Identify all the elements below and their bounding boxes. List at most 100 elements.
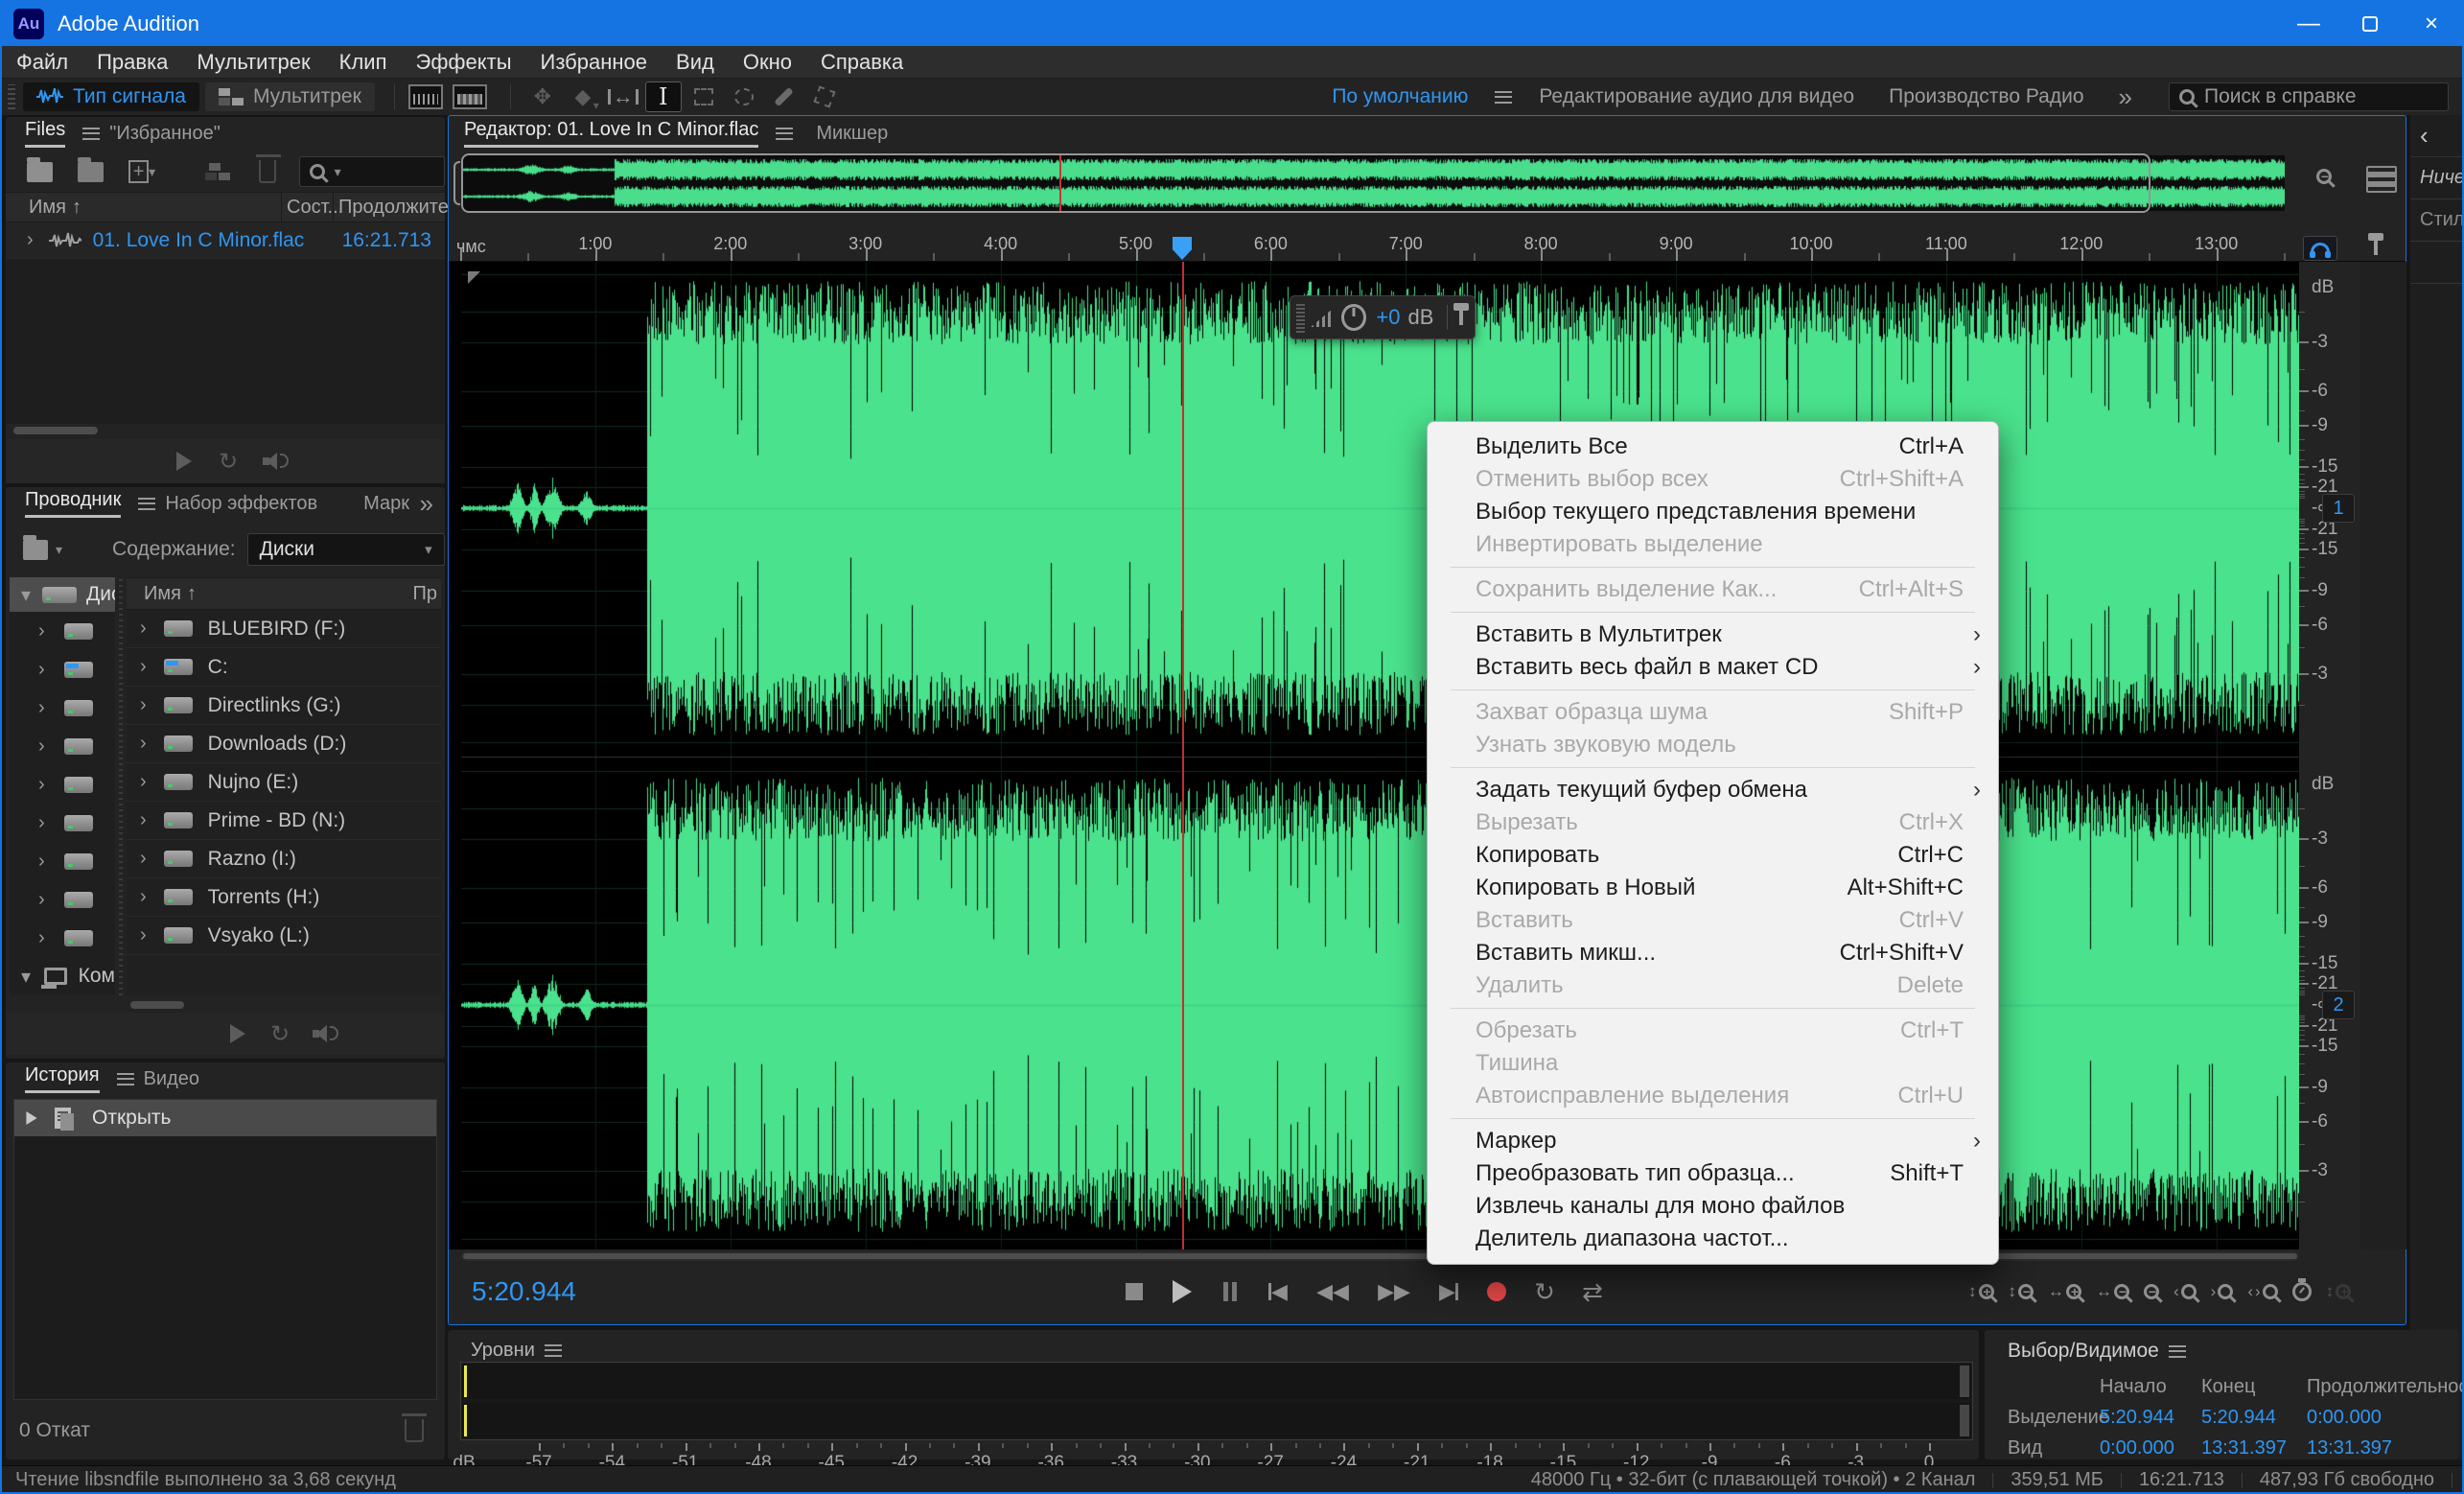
tab-markers[interactable]: Марк [363, 493, 409, 515]
context-menu-item[interactable]: Копировать Ctrl+C [1428, 839, 1998, 872]
lasso-selection-tool-icon[interactable] [726, 82, 762, 112]
show-spectral-icon[interactable] [453, 84, 487, 109]
menubar-item[interactable]: Избранное [526, 46, 662, 79]
tab-history[interactable]: История [25, 1064, 100, 1093]
context-menu-item[interactable]: Копировать в Новый Alt+Shift+C [1428, 872, 1998, 904]
editor-panel-menu-icon[interactable] [776, 128, 793, 140]
expand-icon[interactable]: › [140, 694, 147, 716]
expand-icon[interactable]: › [140, 618, 147, 640]
collapse-panel-button[interactable]: ‹ [2410, 115, 2462, 157]
zoom-in-vertical-button[interactable]: ↕+ [1968, 1282, 1994, 1301]
waveform-view-button[interactable]: Тип сигнала [23, 82, 199, 111]
tree-item-drive[interactable]: › [10, 612, 115, 650]
drive-row[interactable]: › Torrents (H:) [127, 878, 441, 917]
editor-hscrollbar[interactable] [461, 1251, 2299, 1261]
drive-row[interactable]: › Vsyako (L:) [127, 917, 441, 955]
toolbar-grip[interactable] [8, 84, 15, 109]
drive-row[interactable]: › C: [127, 648, 441, 687]
zoom-out-full-button[interactable]: − [2144, 1284, 2159, 1299]
timeline-ruler[interactable]: чмс 1:002:003:004:005:006:007:008:009:00… [449, 233, 2406, 262]
overview-view-box[interactable] [461, 153, 2150, 213]
preview-play-icon[interactable] [176, 452, 192, 471]
context-menu-item[interactable]: Извлечь каналы для моно файлов [1428, 1190, 1998, 1223]
tab-effects-rack[interactable]: Набор эффектов [165, 493, 317, 515]
explorer-column-p[interactable]: Пр [413, 583, 438, 605]
zoom-to-out-point-button[interactable]: › [2211, 1282, 2234, 1301]
tree-item-drive[interactable]: › [10, 880, 115, 919]
tree-item-drive[interactable]: › [10, 842, 115, 880]
gain-hud[interactable]: +0 dB [1290, 295, 1476, 339]
menubar-item[interactable]: Мультитрек [182, 46, 324, 79]
menubar-item[interactable]: Файл [2, 46, 82, 79]
zoom-out-vertical-button[interactable]: ↕− [2009, 1282, 2034, 1301]
view-end[interactable]: 13:31.397 [2201, 1437, 2287, 1459]
context-menu-item[interactable]: Вставить в Мультитрек › [1428, 619, 1998, 651]
open-file-icon[interactable] [27, 162, 53, 182]
expand-icon[interactable]: › [140, 886, 147, 908]
channels-menu-icon[interactable] [2366, 166, 2397, 193]
workspace-audio-for-video[interactable]: Редактирование аудио для видео [1539, 85, 1854, 108]
context-menu-item[interactable]: Вставить микш... Ctrl+Shift+V [1428, 937, 1998, 969]
slip-tool-icon[interactable]: ↔ [605, 82, 641, 112]
preview-loop-icon[interactable]: ↻ [219, 448, 238, 476]
levels-panel-menu-icon[interactable] [545, 1344, 562, 1357]
drive-row[interactable]: › Razno (I:) [127, 840, 441, 878]
tab-files[interactable]: Files [25, 119, 65, 148]
drive-row[interactable]: › Directlinks (G:) [127, 687, 441, 725]
tab-explorer[interactable]: Проводник [25, 489, 121, 518]
razor-tool-icon[interactable]: ◆▾ [565, 82, 601, 112]
tab-editor[interactable]: Редактор: 01. Love In C Minor.flac [464, 119, 758, 148]
skip-to-end-button[interactable]: ▶ [1434, 1277, 1463, 1306]
expand-icon[interactable]: › [140, 848, 147, 870]
move-tool-icon[interactable]: ✥ [524, 82, 561, 112]
waveform-canvas[interactable] [461, 262, 2299, 1249]
multitrack-view-button[interactable]: Мультитрек [205, 82, 375, 111]
tree-splitter[interactable] [115, 577, 127, 995]
context-menu-item[interactable]: Делитель диапазона частот... [1428, 1223, 1998, 1255]
files-column-state[interactable]: Сост... [287, 197, 343, 219]
record-button[interactable] [1482, 1277, 1511, 1306]
file-row[interactable]: › 01. Love In C Minor.flac 16:21.713 [6, 222, 445, 259]
channel-badge[interactable]: 1 [2322, 494, 2355, 523]
tree-item-drive[interactable]: › [10, 765, 115, 804]
collapse-icon[interactable]: ▾ [21, 965, 31, 989]
auto-play-icon[interactable] [261, 451, 290, 472]
zoom-in-horizontal-button[interactable]: ↔+ [2048, 1282, 2081, 1301]
help-search-input[interactable]: Поиск в справке [2169, 82, 2449, 111]
tab-favorites[interactable]: "Избранное" [109, 123, 221, 145]
expand-icon[interactable]: › [140, 733, 147, 755]
monitor-button[interactable] [2303, 236, 2337, 261]
collapsed-tab-essential-sound[interactable]: Ниче [2410, 157, 2462, 199]
drive-row[interactable]: › Prime - BD (N:) [127, 802, 441, 840]
loop-playback-button[interactable]: ↻ [1530, 1277, 1559, 1306]
workspace-menu-icon[interactable] [1495, 91, 1512, 104]
tree-item-drive[interactable]: › [10, 804, 115, 842]
time-selection-tool-icon[interactable]: I [645, 82, 682, 112]
history-item-open[interactable]: Открыть [14, 1100, 436, 1136]
drive-row[interactable]: › Downloads (D:) [127, 725, 441, 763]
overview-left-handle[interactable] [453, 161, 460, 205]
marquee-selection-tool-icon[interactable] [686, 82, 722, 112]
channel-badge[interactable]: 2 [2322, 991, 2355, 1019]
menubar-item[interactable]: Справка [806, 46, 918, 79]
expand-icon[interactable]: › [140, 924, 147, 946]
workspace-default[interactable]: По умолчанию [1332, 85, 1468, 108]
zoom-to-selection-button[interactable]: ‹› [2247, 1282, 2277, 1301]
tree-item-computer[interactable]: ▾ Ком [10, 957, 115, 995]
explorer-panel-menu-icon[interactable] [138, 498, 155, 510]
explorer-import-icon[interactable] [23, 540, 48, 560]
add-file-caret-icon[interactable]: ▾ [149, 164, 155, 180]
explorer-column-name[interactable]: Имя [144, 583, 181, 605]
pause-button[interactable] [1216, 1277, 1244, 1306]
files-column-duration[interactable]: Продолжите. [338, 197, 453, 219]
tab-video[interactable]: Видео [144, 1068, 199, 1090]
skip-selection-button[interactable]: ⇄ [1578, 1277, 1607, 1306]
play-button[interactable] [1168, 1277, 1197, 1306]
context-menu-item[interactable]: Выбор текущего представления времени [1428, 496, 1998, 528]
import-file-icon[interactable] [78, 162, 104, 182]
pin-icon[interactable] [2374, 241, 2378, 255]
paintbrush-tool-icon[interactable] [766, 82, 802, 112]
context-menu-item[interactable]: Выделить Все Ctrl+A [1428, 431, 1998, 463]
tab-mixer[interactable]: Микшер [816, 123, 888, 145]
gain-knob[interactable] [1341, 304, 1366, 331]
